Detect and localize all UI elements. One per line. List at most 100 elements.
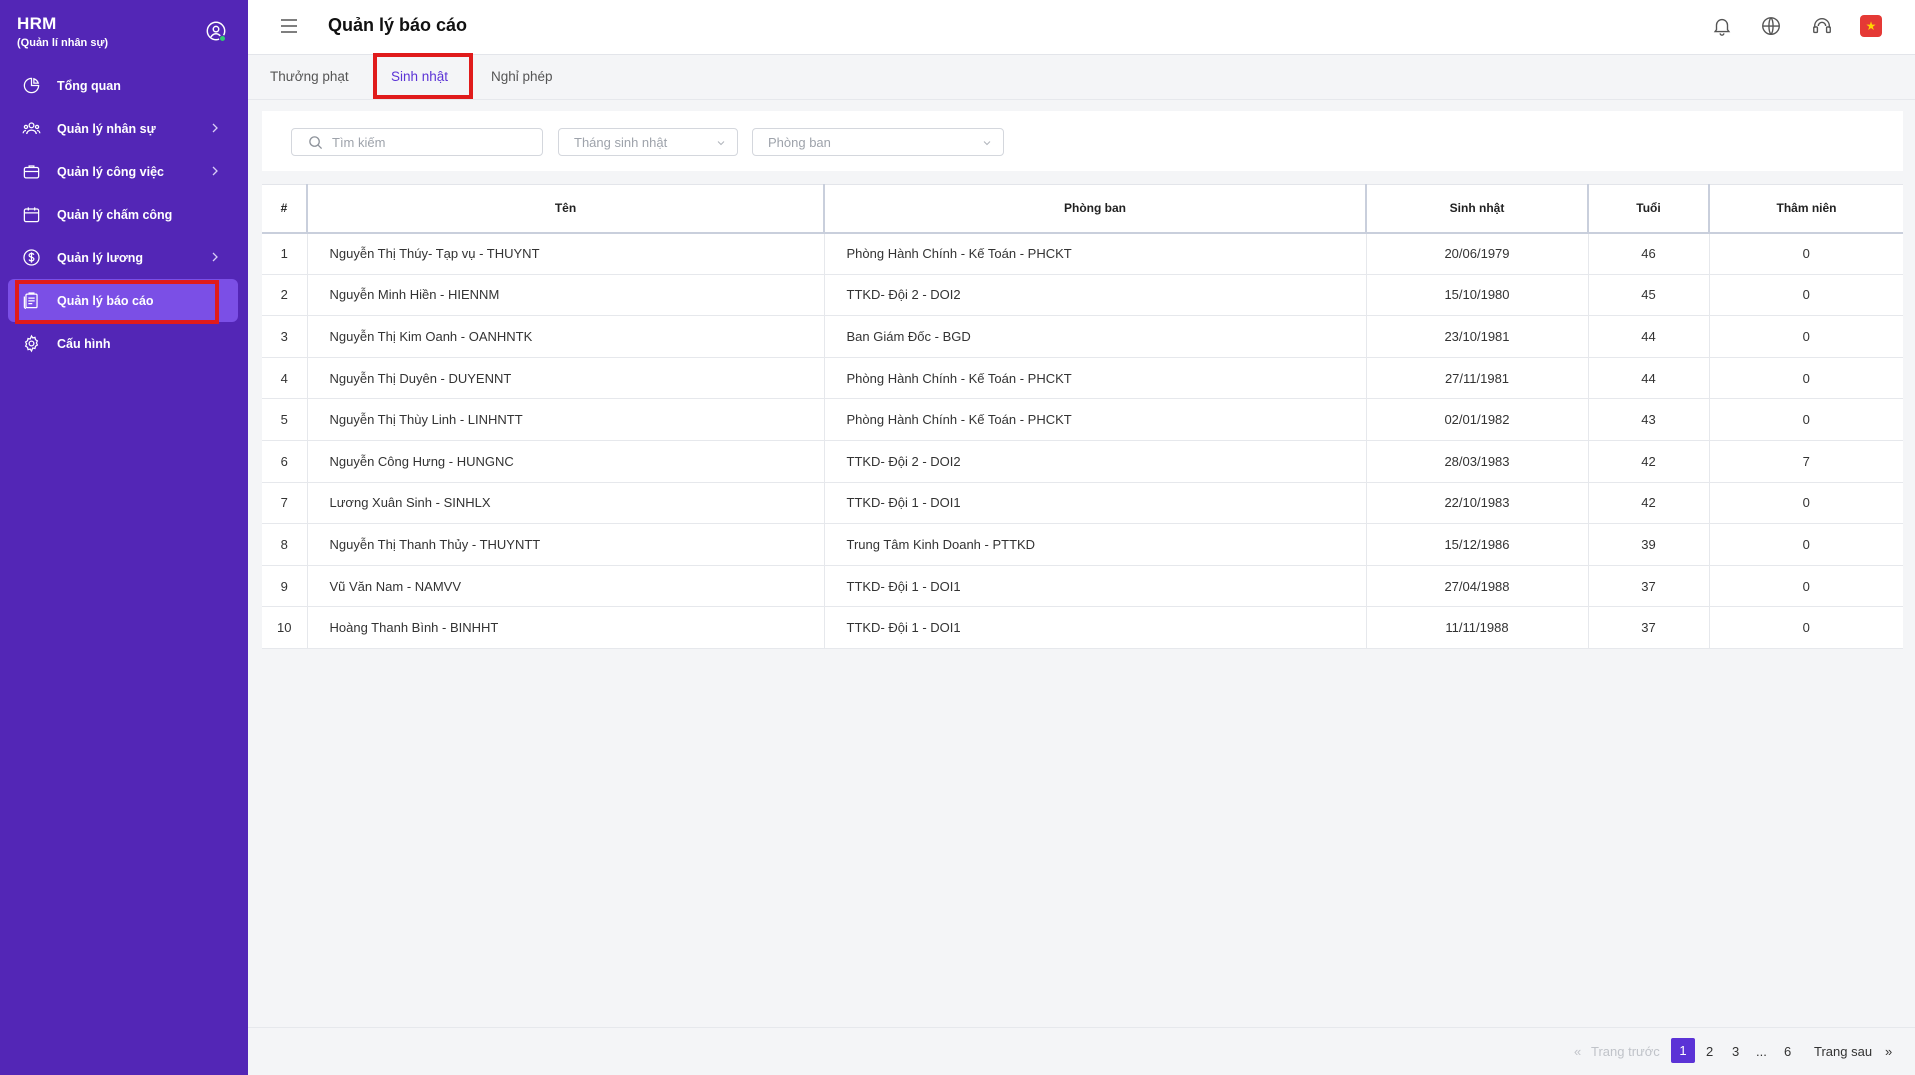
- next-page-icon: »: [1885, 1044, 1893, 1059]
- cell-birthday: 15/12/1986: [1366, 523, 1589, 566]
- cell-birthday: 20/06/1979: [1366, 232, 1589, 275]
- cell-age: 37: [1588, 565, 1710, 608]
- sidebar-item-timekeeping[interactable]: Quản lý chấm công: [0, 193, 248, 236]
- table-row[interactable]: 9 Vũ Văn Nam - NAMVV TTKD- Đội 1 - DOI1 27/…: [262, 565, 1903, 608]
- headset-icon[interactable]: [1811, 15, 1833, 37]
- search-icon: [309, 135, 323, 149]
- sidebar-item-hr[interactable]: Quản lý nhân sự: [0, 107, 248, 150]
- birthday-table: # Tên Phòng ban Sinh nhật Tuổi Thâm niên…: [262, 184, 1903, 649]
- column-header-birthday[interactable]: Sinh nhật: [1366, 184, 1589, 234]
- pie-chart-icon: [23, 77, 40, 94]
- cell-age: 44: [1588, 357, 1710, 400]
- cell-name: Nguyễn Thị Thúy- Tạp vụ - THUYNT: [307, 232, 825, 275]
- sidebar-item-overview[interactable]: Tổng quan: [0, 64, 248, 107]
- cell-age: 44: [1588, 315, 1710, 358]
- cell-name: Nguyễn Minh Hiền - HIENNM: [307, 274, 825, 317]
- page-button-current[interactable]: 1: [1671, 1038, 1695, 1063]
- cell-seniority: 0: [1709, 232, 1903, 275]
- cell-department: TTKD- Đội 1 - DOI1: [824, 565, 1367, 608]
- column-header-department[interactable]: Phòng ban: [824, 184, 1367, 234]
- report-tabs: Thưởng phạt Sinh nhật Nghỉ phép: [248, 56, 1915, 100]
- table-row[interactable]: 1 Nguyễn Thị Thúy- Tạp vụ - THUYNT Phòng H…: [262, 232, 1903, 275]
- cell-age: 46: [1588, 232, 1710, 275]
- cell-birthday: 02/01/1982: [1366, 398, 1589, 441]
- cell-department: TTKD- Đội 2 - DOI2: [824, 274, 1367, 317]
- cell-department: TTKD- Đội 1 - DOI1: [824, 482, 1367, 525]
- cell-department: Ban Giám Đốc - BGD: [824, 315, 1367, 358]
- cell-birthday: 27/04/1988: [1366, 565, 1589, 608]
- table-row[interactable]: 6 Nguyễn Công Hưng - HUNGNC TTKD- Đội 2 - …: [262, 440, 1903, 483]
- pagination: « Trang trước 1 2 3 ... 6 Trang sau »: [248, 1027, 1915, 1075]
- prev-page-icon: «: [1574, 1044, 1582, 1059]
- prev-page-button[interactable]: Trang trước: [1591, 1044, 1660, 1059]
- cell-index: 6: [262, 440, 308, 483]
- chevron-right-icon: [212, 166, 218, 176]
- column-header-name[interactable]: Tên: [307, 184, 825, 234]
- sidebar-item-label: Tổng quan: [57, 78, 121, 93]
- table-row[interactable]: 4 Nguyễn Thị Duyên - DUYENNT Phòng Hành Ch…: [262, 357, 1903, 400]
- table-row[interactable]: 7 Lương Xuân Sinh - SINHLX TTKD- Đội 1 - D…: [262, 482, 1903, 525]
- cell-birthday: 22/10/1983: [1366, 482, 1589, 525]
- cell-name: Lương Xuân Sinh - SINHLX: [307, 482, 825, 525]
- tab-leave[interactable]: Nghỉ phép: [491, 69, 553, 84]
- page-ellipsis: ...: [1756, 1044, 1767, 1059]
- cell-name: Nguyễn Thị Duyên - DUYENNT: [307, 357, 825, 400]
- table-row[interactable]: 8 Nguyễn Thị Thanh Thủy - THUYNTT Trung Tâ…: [262, 523, 1903, 566]
- cell-seniority: 0: [1709, 606, 1903, 649]
- vietnam-flag-icon[interactable]: ★: [1860, 15, 1882, 37]
- column-header-seniority[interactable]: Thâm niên: [1709, 184, 1903, 234]
- table-header-row: # Tên Phòng ban Sinh nhật Tuổi Thâm niên: [262, 184, 1903, 234]
- cell-department: TTKD- Đội 2 - DOI2: [824, 440, 1367, 483]
- tab-rewards-penalties[interactable]: Thưởng phạt: [270, 69, 349, 84]
- page-button[interactable]: 2: [1706, 1044, 1713, 1059]
- sidebar-item-salary[interactable]: Quản lý lương: [0, 236, 248, 279]
- birthday-month-select[interactable]: Tháng sinh nhật: [558, 128, 738, 156]
- cell-name: Nguyễn Thị Thùy Linh - LINHNTT: [307, 398, 825, 441]
- globe-icon[interactable]: [1760, 15, 1782, 37]
- table-row[interactable]: 5 Nguyễn Thị Thùy Linh - LINHNTT Phòng Hàn…: [262, 398, 1903, 441]
- cell-seniority: 0: [1709, 523, 1903, 566]
- cell-index: 10: [262, 606, 308, 649]
- sidebar-item-work[interactable]: Quản lý công việc: [0, 150, 248, 193]
- sidebar-item-label: Cấu hình: [57, 336, 111, 351]
- search-placeholder: Tìm kiếm: [332, 134, 386, 150]
- sidebar-item-settings[interactable]: Cấu hình: [0, 322, 248, 365]
- gear-icon: [24, 334, 39, 353]
- cell-birthday: 27/11/1981: [1366, 357, 1589, 400]
- cell-seniority: 0: [1709, 315, 1903, 358]
- brand: HRM (Quản lí nhân sự): [17, 14, 108, 49]
- bell-icon[interactable]: [1711, 15, 1733, 37]
- app-subtitle: (Quản lí nhân sự): [17, 37, 109, 49]
- next-page-button[interactable]: Trang sau: [1814, 1044, 1872, 1059]
- table-row[interactable]: 3 Nguyễn Thị Kim Oanh - OANHNTK Ban Giám Đ…: [262, 315, 1903, 358]
- cell-department: TTKD- Đội 1 - DOI1: [824, 606, 1367, 649]
- calendar-icon: [23, 207, 40, 223]
- department-select[interactable]: Phòng ban: [752, 128, 1004, 156]
- cell-name: Vũ Văn Nam - NAMVV: [307, 565, 825, 608]
- cell-birthday: 11/11/1988: [1366, 606, 1589, 649]
- search-input[interactable]: Tìm kiếm: [291, 128, 543, 156]
- page-button[interactable]: 3: [1732, 1044, 1739, 1059]
- cell-seniority: 0: [1709, 482, 1903, 525]
- sidebar-item-label: Quản lý công việc: [57, 164, 164, 179]
- cell-age: 42: [1588, 482, 1710, 525]
- highlight-annotation: [15, 280, 219, 324]
- cell-age: 42: [1588, 440, 1710, 483]
- column-header-age[interactable]: Tuổi: [1588, 184, 1710, 234]
- cell-name: Nguyễn Thị Kim Oanh - OANHNTK: [307, 315, 825, 358]
- table-row[interactable]: 2 Nguyễn Minh Hiền - HIENNM TTKD- Đội 2 - …: [262, 274, 1903, 317]
- menu-icon[interactable]: [280, 19, 298, 33]
- page-title: Quản lý báo cáo: [328, 15, 468, 35]
- cell-index: 4: [262, 357, 308, 400]
- cell-birthday: 23/10/1981: [1366, 315, 1589, 358]
- cell-seniority: 0: [1709, 398, 1903, 441]
- column-header-index[interactable]: #: [262, 184, 308, 234]
- top-header: Quản lý báo cáo ★: [248, 0, 1915, 55]
- cell-index: 1: [262, 232, 308, 275]
- table-row[interactable]: 10 Hoàng Thanh Bình - BINHHT TTKD- Đội 1 -…: [262, 606, 1903, 649]
- cell-seniority: 0: [1709, 565, 1903, 608]
- briefcase-icon: [23, 165, 40, 179]
- page-button[interactable]: 6: [1784, 1044, 1791, 1059]
- chevron-right-icon: [212, 123, 218, 133]
- app-title: HRM: [17, 14, 57, 33]
